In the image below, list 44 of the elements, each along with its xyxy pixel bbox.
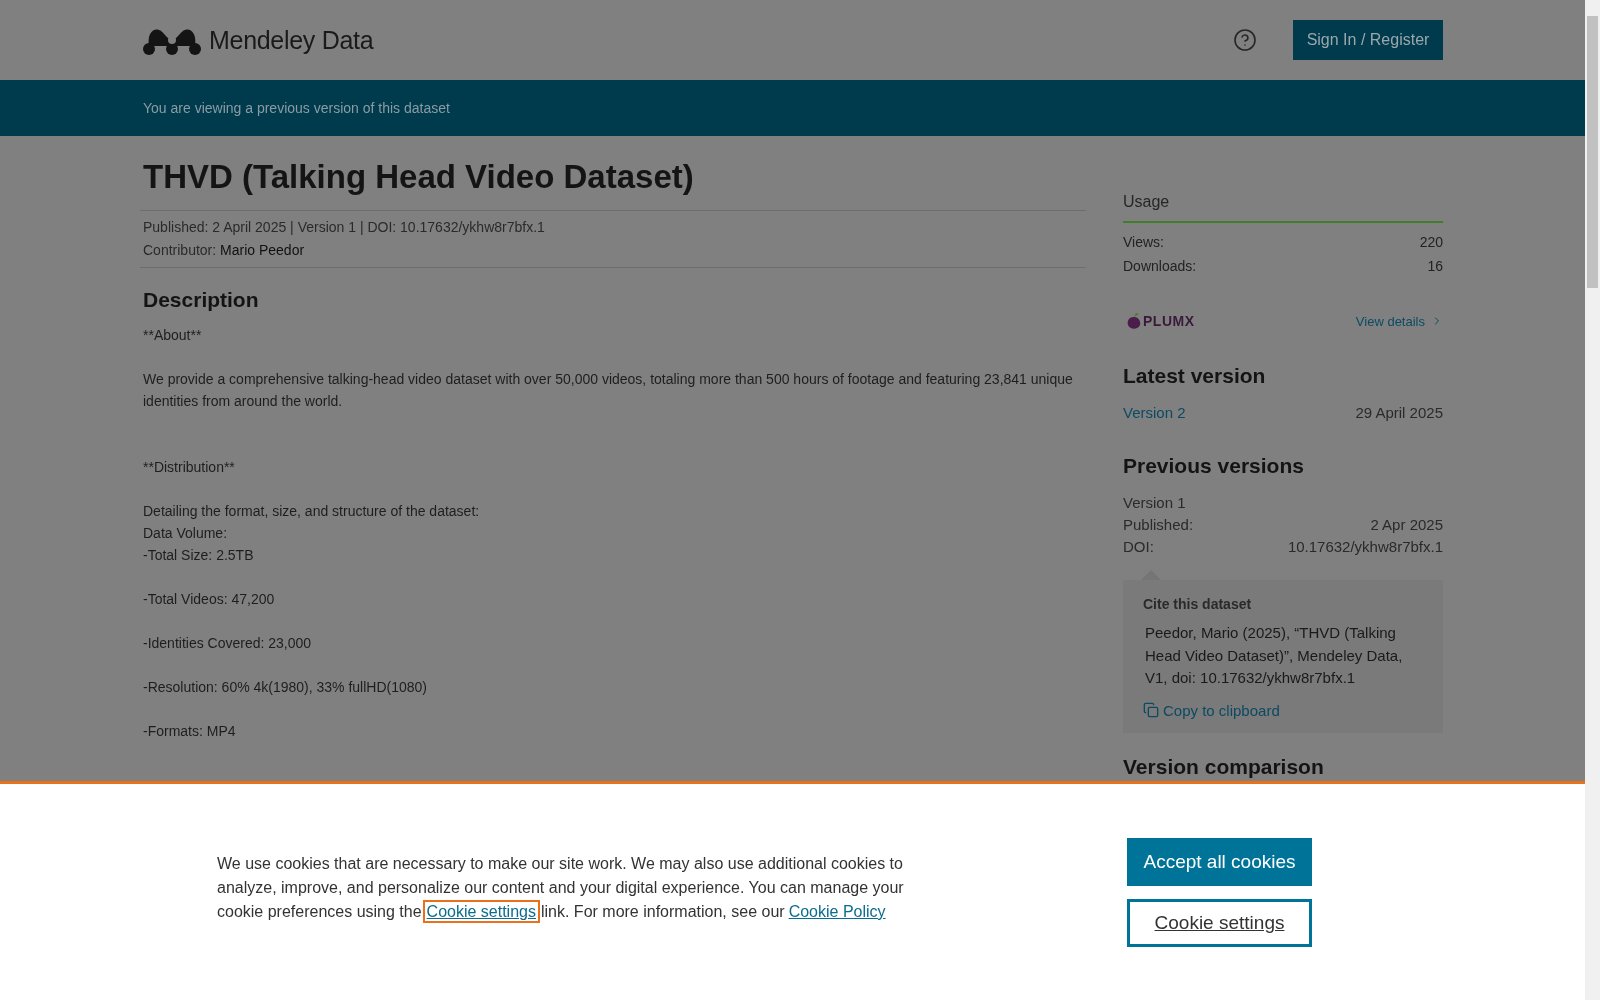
description-text: **About** [143,326,203,345]
version-date: 29 April 2025 [1355,403,1443,423]
sign-in-button[interactable]: Sign In / Register [1293,20,1443,60]
plumx-logo-text: PLUMX [1143,313,1195,329]
help-icon[interactable] [1233,28,1257,52]
accept-cookies-button[interactable]: Accept all cookies [1127,837,1312,886]
citation-heading: Cite this dataset [1143,596,1253,612]
description-heading: Description [143,288,260,312]
cookie-policy-link[interactable]: Cookie Policy [788,903,886,920]
version-info-label: DOI: [1123,537,1154,557]
scrollbar[interactable] [1585,0,1600,1000]
previous-versions-heading: Previous versions [1123,454,1305,478]
version-name: Version 1 [1123,493,1186,513]
contributor-name: Mario Peedor [220,242,305,258]
version-info-label: Published: [1123,515,1194,535]
description-text: -Total Videos: 47,200 [143,590,276,609]
version-comparison-heading: Version comparison [1123,754,1325,779]
stat-label: Downloads: [1123,256,1197,276]
publication-info: Published: 2 April 2025 | Version 1 | DOI: 10.17632/ykhw8r7bfx.1 [143,218,546,237]
version-info-value: 10.17632/ykhw8r7bfx.1 [1287,537,1443,557]
description-text: -Resolution: 60% 4k(1980), 33% fullHD(1080) [143,678,429,697]
plum-icon [1126,312,1142,330]
stat-label: Views: [1123,233,1164,252]
copy-icon [1143,702,1159,718]
description-text: -Total Size: 2.5TB [143,546,255,565]
description-text: -Identities Covered: 23,000 [143,634,313,653]
description-text: -Formats: MP4 [143,722,237,741]
version-info-value: 2 Apr 2025 [1370,515,1443,535]
contributor-label: Contributor: [143,242,217,258]
description-text: **Distribution** [143,458,236,477]
description-text: We provide a comprehensive talking-head video dataset with over 50,000 videos, totaling more than 500 hours of footage and featuring 23,841 unique identities from around the world. [143,370,1074,411]
previous-version-notice: You are viewing a previous version of this dataset [143,100,450,116]
citation-text: Peedor, Mario (2025), “THVD (Talking Head Video Dataset)”, Mendeley Data, V1, doi: 10.17632/ykhw8r7bfx.1 [1145,623,1404,688]
stat-value: 220 [1419,233,1443,252]
usage-heading: Usage [1123,193,1443,223]
description-text: Data Volume: [143,524,229,543]
cookie-settings-button[interactable]: Cookie settings [1127,898,1312,947]
logo-text: Mendeley Data [209,25,374,55]
dataset-title: THVD (Talking Head Video Dataset) [143,158,695,196]
latest-version-heading: Latest version [1123,364,1267,388]
cookie-settings-link[interactable]: Cookie settings [425,903,537,920]
description-text: Detailing the format, size, and structure of the dataset: [143,502,481,521]
stat-value: 16 [1427,256,1443,276]
cookie-notice-text: We use cookies that are necessary to make our site work. We may also use additional cookies to analyze, improve, and personalize our content and your digital experience. You can manage your cookie preferences using the Cookie settings link. For more information, see our Cookie Policy [217,852,947,924]
